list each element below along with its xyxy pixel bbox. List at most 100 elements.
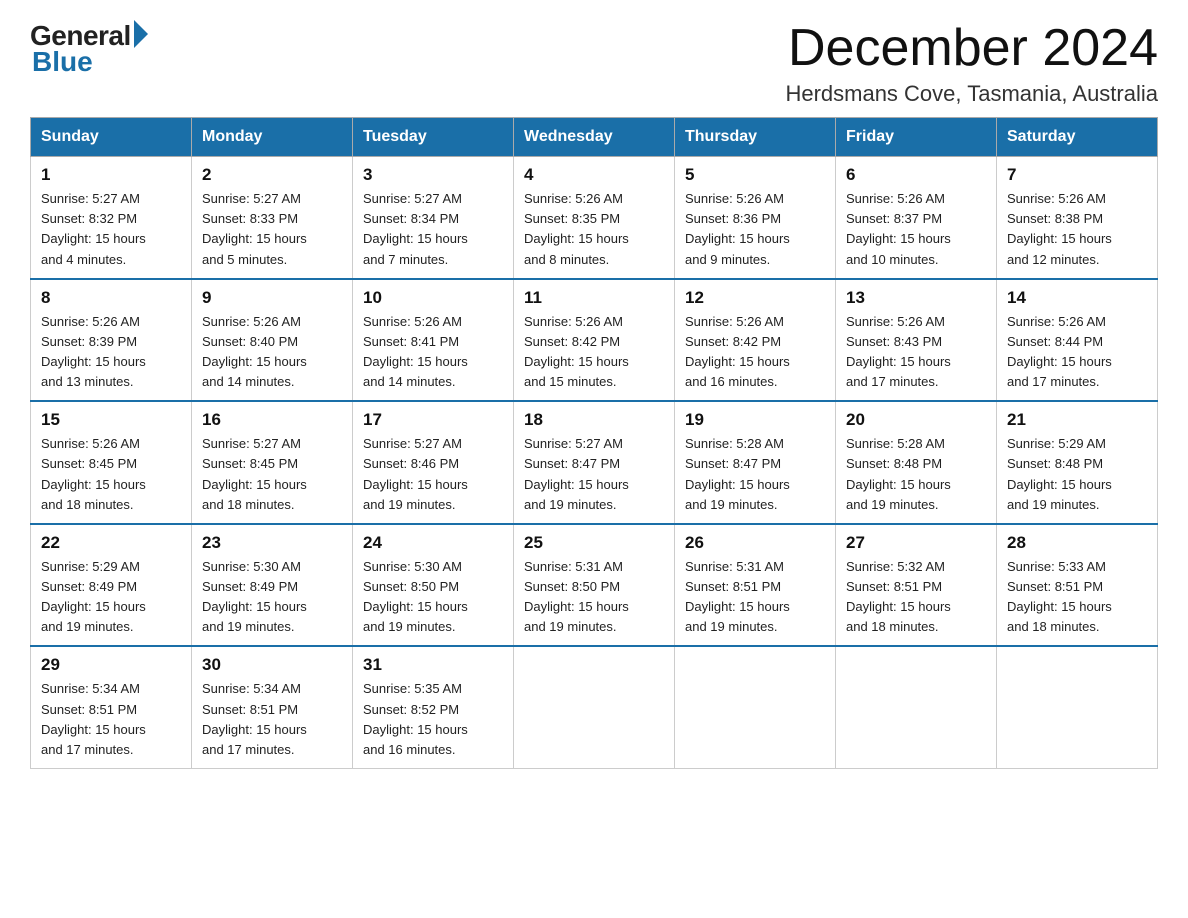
day-number: 9: [202, 288, 342, 308]
day-number: 29: [41, 655, 181, 675]
header-monday: Monday: [192, 118, 353, 157]
header-tuesday: Tuesday: [353, 118, 514, 157]
title-block: December 2024 Herdsmans Cove, Tasmania, …: [785, 20, 1158, 107]
day-cell: 28 Sunrise: 5:33 AMSunset: 8:51 PMDayligh…: [997, 524, 1158, 647]
day-info: Sunrise: 5:34 AMSunset: 8:51 PMDaylight:…: [202, 679, 342, 760]
day-cell: 6Sunrise: 5:26 AMSunset: 8:37 PMDaylight…: [836, 157, 997, 279]
calendar-table: SundayMondayTuesdayWednesdayThursdayFrid…: [30, 117, 1158, 769]
month-title: December 2024: [785, 20, 1158, 77]
day-info: Sunrise: 5:33 AMSunset: 8:51 PMDaylight:…: [1007, 557, 1147, 638]
week-row-3: 15 Sunrise: 5:26 AMSunset: 8:45 PMDayligh…: [31, 401, 1158, 524]
day-info: Sunrise: 5:27 AMSunset: 8:46 PMDaylight:…: [363, 434, 503, 515]
logo-arrow-icon: [134, 20, 148, 48]
day-number: 28: [1007, 533, 1147, 553]
day-cell: 14Sunrise: 5:26 AMSunset: 8:44 PMDayligh…: [997, 279, 1158, 402]
day-info: Sunrise: 5:27 AMSunset: 8:33 PMDaylight:…: [202, 189, 342, 270]
day-cell: 22 Sunrise: 5:29 AMSunset: 8:49 PMDayligh…: [31, 524, 192, 647]
day-number: 12: [685, 288, 825, 308]
day-info: Sunrise: 5:29 AMSunset: 8:48 PMDaylight:…: [1007, 434, 1147, 515]
day-number: 4: [524, 165, 664, 185]
day-info: Sunrise: 5:26 AMSunset: 8:42 PMDaylight:…: [685, 312, 825, 393]
day-number: 30: [202, 655, 342, 675]
day-cell: [675, 646, 836, 768]
day-number: 17: [363, 410, 503, 430]
day-info: Sunrise: 5:27 AMSunset: 8:47 PMDaylight:…: [524, 434, 664, 515]
day-cell: 24 Sunrise: 5:30 AMSunset: 8:50 PMDayligh…: [353, 524, 514, 647]
day-number: 5: [685, 165, 825, 185]
week-row-4: 22 Sunrise: 5:29 AMSunset: 8:49 PMDayligh…: [31, 524, 1158, 647]
day-info: Sunrise: 5:26 AMSunset: 8:37 PMDaylight:…: [846, 189, 986, 270]
day-number: 24: [363, 533, 503, 553]
day-info: Sunrise: 5:29 AMSunset: 8:49 PMDaylight:…: [41, 557, 181, 638]
week-row-2: 8 Sunrise: 5:26 AMSunset: 8:39 PMDaylight…: [31, 279, 1158, 402]
day-info: Sunrise: 5:26 AMSunset: 8:44 PMDaylight:…: [1007, 312, 1147, 393]
day-number: 11: [524, 288, 664, 308]
day-cell: 25 Sunrise: 5:31 AMSunset: 8:50 PMDayligh…: [514, 524, 675, 647]
day-info: Sunrise: 5:26 AMSunset: 8:36 PMDaylight:…: [685, 189, 825, 270]
day-info: Sunrise: 5:26 AMSunset: 8:39 PMDaylight:…: [41, 312, 181, 393]
day-info: Sunrise: 5:32 AMSunset: 8:51 PMDaylight:…: [846, 557, 986, 638]
day-cell: 8 Sunrise: 5:26 AMSunset: 8:39 PMDaylight…: [31, 279, 192, 402]
header-friday: Friday: [836, 118, 997, 157]
day-cell: 12 Sunrise: 5:26 AMSunset: 8:42 PMDayligh…: [675, 279, 836, 402]
day-cell: 27 Sunrise: 5:32 AMSunset: 8:51 PMDayligh…: [836, 524, 997, 647]
day-number: 15: [41, 410, 181, 430]
day-info: Sunrise: 5:26 AMSunset: 8:42 PMDaylight:…: [524, 312, 664, 393]
day-number: 7: [1007, 165, 1147, 185]
day-number: 23: [202, 533, 342, 553]
day-info: Sunrise: 5:30 AMSunset: 8:49 PMDaylight:…: [202, 557, 342, 638]
day-info: Sunrise: 5:26 AMSunset: 8:43 PMDaylight:…: [846, 312, 986, 393]
day-number: 2: [202, 165, 342, 185]
day-cell: 15 Sunrise: 5:26 AMSunset: 8:45 PMDayligh…: [31, 401, 192, 524]
day-cell: 20 Sunrise: 5:28 AMSunset: 8:48 PMDayligh…: [836, 401, 997, 524]
day-info: Sunrise: 5:28 AMSunset: 8:48 PMDaylight:…: [846, 434, 986, 515]
day-cell: 13 Sunrise: 5:26 AMSunset: 8:43 PMDayligh…: [836, 279, 997, 402]
day-info: Sunrise: 5:26 AMSunset: 8:35 PMDaylight:…: [524, 189, 664, 270]
logo-blue-text: Blue: [32, 46, 93, 78]
day-cell: 17 Sunrise: 5:27 AMSunset: 8:46 PMDayligh…: [353, 401, 514, 524]
day-number: 26: [685, 533, 825, 553]
day-cell: 3 Sunrise: 5:27 AMSunset: 8:34 PMDaylight…: [353, 157, 514, 279]
day-cell: 23 Sunrise: 5:30 AMSunset: 8:49 PMDayligh…: [192, 524, 353, 647]
day-cell: 29 Sunrise: 5:34 AMSunset: 8:51 PMDayligh…: [31, 646, 192, 768]
day-cell: 19Sunrise: 5:28 AMSunset: 8:47 PMDayligh…: [675, 401, 836, 524]
day-cell: 30 Sunrise: 5:34 AMSunset: 8:51 PMDayligh…: [192, 646, 353, 768]
day-cell: 11 Sunrise: 5:26 AMSunset: 8:42 PMDayligh…: [514, 279, 675, 402]
day-info: Sunrise: 5:27 AMSunset: 8:34 PMDaylight:…: [363, 189, 503, 270]
day-info: Sunrise: 5:35 AMSunset: 8:52 PMDaylight:…: [363, 679, 503, 760]
day-info: Sunrise: 5:34 AMSunset: 8:51 PMDaylight:…: [41, 679, 181, 760]
day-info: Sunrise: 5:26 AMSunset: 8:38 PMDaylight:…: [1007, 189, 1147, 270]
logo: General Blue: [30, 20, 148, 78]
day-cell: 21Sunrise: 5:29 AMSunset: 8:48 PMDayligh…: [997, 401, 1158, 524]
day-number: 16: [202, 410, 342, 430]
day-cell: 31 Sunrise: 5:35 AMSunset: 8:52 PMDayligh…: [353, 646, 514, 768]
day-number: 1: [41, 165, 181, 185]
day-number: 8: [41, 288, 181, 308]
day-number: 22: [41, 533, 181, 553]
day-cell: 26Sunrise: 5:31 AMSunset: 8:51 PMDayligh…: [675, 524, 836, 647]
day-number: 13: [846, 288, 986, 308]
day-info: Sunrise: 5:30 AMSunset: 8:50 PMDaylight:…: [363, 557, 503, 638]
day-cell: [997, 646, 1158, 768]
day-info: Sunrise: 5:26 AMSunset: 8:41 PMDaylight:…: [363, 312, 503, 393]
day-cell: 10Sunrise: 5:26 AMSunset: 8:41 PMDayligh…: [353, 279, 514, 402]
weekday-header-row: SundayMondayTuesdayWednesdayThursdayFrid…: [31, 118, 1158, 157]
day-cell: 16 Sunrise: 5:27 AMSunset: 8:45 PMDayligh…: [192, 401, 353, 524]
day-number: 3: [363, 165, 503, 185]
day-number: 27: [846, 533, 986, 553]
day-number: 25: [524, 533, 664, 553]
day-info: Sunrise: 5:26 AMSunset: 8:40 PMDaylight:…: [202, 312, 342, 393]
day-cell: 5 Sunrise: 5:26 AMSunset: 8:36 PMDaylight…: [675, 157, 836, 279]
day-cell: 2 Sunrise: 5:27 AMSunset: 8:33 PMDaylight…: [192, 157, 353, 279]
page-header: General Blue December 2024 Herdsmans Cov…: [30, 20, 1158, 107]
day-number: 18: [524, 410, 664, 430]
day-cell: [514, 646, 675, 768]
day-number: 20: [846, 410, 986, 430]
day-cell: [836, 646, 997, 768]
day-info: Sunrise: 5:26 AMSunset: 8:45 PMDaylight:…: [41, 434, 181, 515]
day-cell: 4 Sunrise: 5:26 AMSunset: 8:35 PMDaylight…: [514, 157, 675, 279]
day-number: 31: [363, 655, 503, 675]
day-info: Sunrise: 5:27 AMSunset: 8:45 PMDaylight:…: [202, 434, 342, 515]
day-info: Sunrise: 5:31 AMSunset: 8:50 PMDaylight:…: [524, 557, 664, 638]
day-cell: 18 Sunrise: 5:27 AMSunset: 8:47 PMDayligh…: [514, 401, 675, 524]
